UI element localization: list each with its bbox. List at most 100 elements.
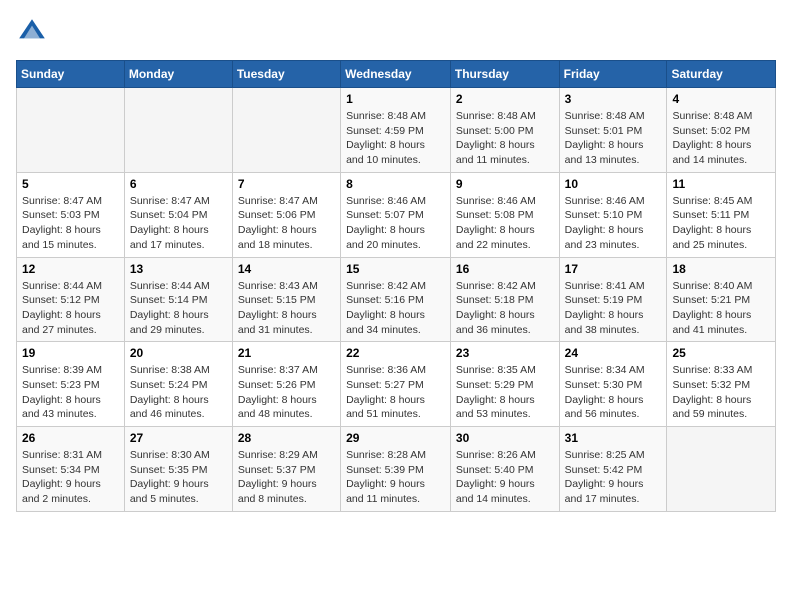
- calendar-cell: 4 Sunrise: 8:48 AM Sunset: 5:02 PM Daylig…: [667, 88, 776, 173]
- day-info: Sunrise: 8:42 AM Sunset: 5:18 PM Dayligh…: [456, 279, 554, 338]
- column-header-friday: Friday: [559, 61, 667, 88]
- calendar-cell: 18 Sunrise: 8:40 AM Sunset: 5:21 PM Dayli…: [667, 257, 776, 342]
- calendar-cell: 22 Sunrise: 8:36 AM Sunset: 5:27 PM Dayli…: [341, 342, 451, 427]
- day-info: Sunrise: 8:28 AM Sunset: 5:39 PM Dayligh…: [346, 448, 445, 507]
- column-header-sunday: Sunday: [17, 61, 125, 88]
- day-info: Sunrise: 8:44 AM Sunset: 5:12 PM Dayligh…: [22, 279, 119, 338]
- calendar-header-row: SundayMondayTuesdayWednesdayThursdayFrid…: [17, 61, 776, 88]
- calendar-cell: 12 Sunrise: 8:44 AM Sunset: 5:12 PM Dayli…: [17, 257, 125, 342]
- day-number: 28: [238, 431, 335, 445]
- calendar-cell: 28 Sunrise: 8:29 AM Sunset: 5:37 PM Dayli…: [232, 427, 340, 512]
- calendar-table: SundayMondayTuesdayWednesdayThursdayFrid…: [16, 60, 776, 512]
- calendar-cell: 30 Sunrise: 8:26 AM Sunset: 5:40 PM Dayli…: [450, 427, 559, 512]
- day-info: Sunrise: 8:47 AM Sunset: 5:04 PM Dayligh…: [130, 194, 227, 253]
- calendar-cell: 8 Sunrise: 8:46 AM Sunset: 5:07 PM Daylig…: [341, 172, 451, 257]
- calendar-cell: 3 Sunrise: 8:48 AM Sunset: 5:01 PM Daylig…: [559, 88, 667, 173]
- day-number: 15: [346, 262, 445, 276]
- day-info: Sunrise: 8:44 AM Sunset: 5:14 PM Dayligh…: [130, 279, 227, 338]
- day-number: 7: [238, 177, 335, 191]
- day-info: Sunrise: 8:48 AM Sunset: 5:00 PM Dayligh…: [456, 109, 554, 168]
- day-number: 20: [130, 346, 227, 360]
- day-number: 2: [456, 92, 554, 106]
- day-number: 25: [672, 346, 770, 360]
- day-number: 17: [565, 262, 662, 276]
- day-info: Sunrise: 8:37 AM Sunset: 5:26 PM Dayligh…: [238, 363, 335, 422]
- day-number: 10: [565, 177, 662, 191]
- day-number: 24: [565, 346, 662, 360]
- day-number: 3: [565, 92, 662, 106]
- day-info: Sunrise: 8:48 AM Sunset: 4:59 PM Dayligh…: [346, 109, 445, 168]
- day-info: Sunrise: 8:31 AM Sunset: 5:34 PM Dayligh…: [22, 448, 119, 507]
- day-info: Sunrise: 8:46 AM Sunset: 5:08 PM Dayligh…: [456, 194, 554, 253]
- day-info: Sunrise: 8:26 AM Sunset: 5:40 PM Dayligh…: [456, 448, 554, 507]
- logo: [16, 16, 52, 48]
- day-info: Sunrise: 8:48 AM Sunset: 5:02 PM Dayligh…: [672, 109, 770, 168]
- calendar-week-row: 19Sunrise: 8:39 AM Sunset: 5:23 PM Dayli…: [17, 342, 776, 427]
- calendar-cell: 2 Sunrise: 8:48 AM Sunset: 5:00 PM Daylig…: [450, 88, 559, 173]
- day-info: Sunrise: 8:47 AM Sunset: 5:03 PM Dayligh…: [22, 194, 119, 253]
- calendar-cell: [17, 88, 125, 173]
- day-number: 30: [456, 431, 554, 445]
- day-number: 26: [22, 431, 119, 445]
- day-number: 29: [346, 431, 445, 445]
- day-info: Sunrise: 8:46 AM Sunset: 5:10 PM Dayligh…: [565, 194, 662, 253]
- day-number: 13: [130, 262, 227, 276]
- calendar-cell: 7 Sunrise: 8:47 AM Sunset: 5:06 PM Daylig…: [232, 172, 340, 257]
- day-number: 16: [456, 262, 554, 276]
- day-info: Sunrise: 8:46 AM Sunset: 5:07 PM Dayligh…: [346, 194, 445, 253]
- calendar-cell: 15 Sunrise: 8:42 AM Sunset: 5:16 PM Dayli…: [341, 257, 451, 342]
- day-info: Sunrise: 8:47 AM Sunset: 5:06 PM Dayligh…: [238, 194, 335, 253]
- column-header-saturday: Saturday: [667, 61, 776, 88]
- day-number: 21: [238, 346, 335, 360]
- day-number: 23: [456, 346, 554, 360]
- calendar-cell: 6 Sunrise: 8:47 AM Sunset: 5:04 PM Daylig…: [124, 172, 232, 257]
- calendar-cell: 23 Sunrise: 8:35 AM Sunset: 5:29 PM Dayli…: [450, 342, 559, 427]
- day-number: 19: [22, 346, 119, 360]
- day-number: 22: [346, 346, 445, 360]
- day-info: Sunrise: 8:43 AM Sunset: 5:15 PM Dayligh…: [238, 279, 335, 338]
- calendar-cell: 14 Sunrise: 8:43 AM Sunset: 5:15 PM Dayli…: [232, 257, 340, 342]
- page-header: [16, 16, 776, 48]
- day-info: Sunrise: 8:45 AM Sunset: 5:11 PM Dayligh…: [672, 194, 770, 253]
- day-number: 5: [22, 177, 119, 191]
- calendar-week-row: 1 Sunrise: 8:48 AM Sunset: 4:59 PM Daylig…: [17, 88, 776, 173]
- day-number: 31: [565, 431, 662, 445]
- day-info: Sunrise: 8:42 AM Sunset: 5:16 PM Dayligh…: [346, 279, 445, 338]
- day-info: Sunrise: 8:34 AM Sunset: 5:30 PM Dayligh…: [565, 363, 662, 422]
- calendar-cell: [232, 88, 340, 173]
- calendar-cell: 13 Sunrise: 8:44 AM Sunset: 5:14 PM Dayli…: [124, 257, 232, 342]
- calendar-cell: 1 Sunrise: 8:48 AM Sunset: 4:59 PM Daylig…: [341, 88, 451, 173]
- calendar-cell: 29 Sunrise: 8:28 AM Sunset: 5:39 PM Dayli…: [341, 427, 451, 512]
- calendar-week-row: 26 Sunrise: 8:31 AM Sunset: 5:34 PM Dayli…: [17, 427, 776, 512]
- day-info: Sunrise: 8:36 AM Sunset: 5:27 PM Dayligh…: [346, 363, 445, 422]
- column-header-monday: Monday: [124, 61, 232, 88]
- day-info: Sunrise: 8:35 AM Sunset: 5:29 PM Dayligh…: [456, 363, 554, 422]
- calendar-cell: 17Sunrise: 8:41 AM Sunset: 5:19 PM Dayli…: [559, 257, 667, 342]
- calendar-cell: 16 Sunrise: 8:42 AM Sunset: 5:18 PM Dayli…: [450, 257, 559, 342]
- calendar-cell: 20 Sunrise: 8:38 AM Sunset: 5:24 PM Dayli…: [124, 342, 232, 427]
- day-number: 11: [672, 177, 770, 191]
- day-number: 12: [22, 262, 119, 276]
- day-info: Sunrise: 8:30 AM Sunset: 5:35 PM Dayligh…: [130, 448, 227, 507]
- calendar-cell: 11 Sunrise: 8:45 AM Sunset: 5:11 PM Dayli…: [667, 172, 776, 257]
- calendar-week-row: 12 Sunrise: 8:44 AM Sunset: 5:12 PM Dayli…: [17, 257, 776, 342]
- day-number: 14: [238, 262, 335, 276]
- day-info: Sunrise: 8:40 AM Sunset: 5:21 PM Dayligh…: [672, 279, 770, 338]
- day-info: Sunrise: 8:48 AM Sunset: 5:01 PM Dayligh…: [565, 109, 662, 168]
- day-info: Sunrise: 8:38 AM Sunset: 5:24 PM Dayligh…: [130, 363, 227, 422]
- calendar-week-row: 5 Sunrise: 8:47 AM Sunset: 5:03 PM Daylig…: [17, 172, 776, 257]
- day-number: 18: [672, 262, 770, 276]
- logo-icon: [16, 16, 48, 48]
- day-number: 1: [346, 92, 445, 106]
- day-info: Sunrise: 8:25 AM Sunset: 5:42 PM Dayligh…: [565, 448, 662, 507]
- day-number: 4: [672, 92, 770, 106]
- calendar-cell: 25Sunrise: 8:33 AM Sunset: 5:32 PM Dayli…: [667, 342, 776, 427]
- day-number: 8: [346, 177, 445, 191]
- day-number: 6: [130, 177, 227, 191]
- column-header-thursday: Thursday: [450, 61, 559, 88]
- calendar-cell: [124, 88, 232, 173]
- calendar-cell: 21 Sunrise: 8:37 AM Sunset: 5:26 PM Dayli…: [232, 342, 340, 427]
- calendar-cell: 19Sunrise: 8:39 AM Sunset: 5:23 PM Dayli…: [17, 342, 125, 427]
- calendar-cell: 24 Sunrise: 8:34 AM Sunset: 5:30 PM Dayli…: [559, 342, 667, 427]
- day-info: Sunrise: 8:29 AM Sunset: 5:37 PM Dayligh…: [238, 448, 335, 507]
